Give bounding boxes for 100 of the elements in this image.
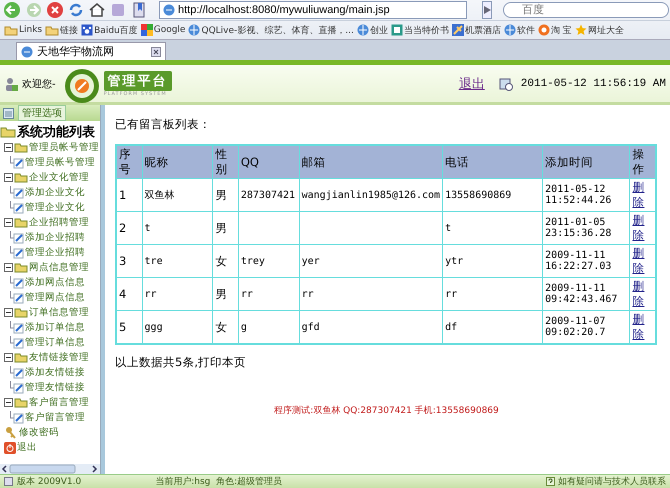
table-cell: ytr: [442, 244, 543, 278]
table-cell: 287307421: [238, 178, 300, 212]
pencil-icon: [10, 366, 24, 379]
tree-item-link[interactable]: 管理员帐号管理: [25, 156, 95, 169]
pencil-icon: [10, 201, 24, 214]
folder-icon: [0, 126, 16, 138]
table-cell: ggg: [142, 310, 213, 344]
folder-icon: [4, 24, 18, 36]
pencil-icon: [10, 321, 24, 334]
bookmark-link[interactable]: Baidu百度: [81, 24, 138, 36]
column-header: 添加时间: [542, 145, 630, 178]
welcome-text: 欢迎您-: [22, 78, 56, 90]
users-icon: [4, 76, 18, 92]
key-icon: [4, 426, 18, 439]
bookmark-link[interactable]: 网址大全: [574, 24, 624, 36]
tree-folder-label[interactable]: 企业文化管理: [29, 171, 89, 184]
pencil-icon: [10, 381, 24, 394]
collapse-icon[interactable]: [4, 218, 13, 227]
go-button[interactable]: [482, 1, 492, 19]
collapse-icon[interactable]: [4, 263, 13, 272]
tree-folder-label[interactable]: 订单信息管理: [29, 306, 89, 319]
coin-icon: [538, 24, 550, 36]
tree-item-link[interactable]: 管理订单信息: [25, 336, 85, 349]
table-cell: rr: [142, 278, 213, 310]
bookmark-link[interactable]: 当当特价书: [390, 24, 449, 36]
browser-tab[interactable]: 天地华宇物流网: [16, 42, 166, 60]
plane-icon: [452, 24, 464, 36]
bookmark-link[interactable]: 淘 宝: [538, 24, 572, 36]
tree-folder-label[interactable]: 友情链接管理: [29, 351, 89, 364]
tree-item-link[interactable]: 管理企业招聘: [25, 246, 85, 259]
list-icon: [3, 108, 14, 118]
tree-item-link[interactable]: 添加网点信息: [25, 276, 85, 289]
table-cell: rr: [442, 278, 543, 310]
close-icon[interactable]: [151, 46, 161, 56]
table-cell: 2009-11-07 09:02:20.7: [542, 310, 630, 344]
table-cell: 2011-05-12 11:52:44.26: [542, 178, 630, 212]
table-cell: 2: [116, 212, 142, 244]
star-icon: [574, 24, 587, 36]
tree-folder-label[interactable]: 网点信息管理: [29, 261, 89, 274]
tree-root-label[interactable]: 系统功能列表: [17, 122, 95, 140]
platform-title: 管理平台: [104, 70, 172, 90]
table-cell: wangjianlin1985@126.com: [299, 178, 443, 212]
home-icon[interactable]: [88, 1, 106, 19]
tree-item-link[interactable]: 退出: [17, 441, 37, 454]
bookmark-link[interactable]: 软件: [504, 24, 535, 36]
table-cell: trey: [238, 244, 300, 278]
globe-icon: [504, 24, 516, 36]
bookmark-link[interactable]: 创业: [356, 24, 388, 36]
search-field[interactable]: 百度: [503, 2, 669, 18]
table-cell: df: [442, 310, 543, 344]
logout-link[interactable]: 退出: [458, 74, 485, 92]
collapse-icon[interactable]: [4, 143, 13, 152]
collapse-icon[interactable]: [4, 308, 13, 317]
tree-item-link[interactable]: 管理友情链接: [25, 381, 85, 394]
bookmark-link[interactable]: QQLive-影视、综艺、体育、直播，...: [188, 24, 354, 36]
collapse-icon[interactable]: [4, 353, 13, 362]
collapse-icon[interactable]: [4, 173, 13, 182]
globe-icon: [356, 24, 369, 36]
address-field[interactable]: http://localhost:8080/mywuliuwang/main.jsp: [159, 1, 467, 19]
pencil-icon: [10, 246, 24, 259]
folder-icon: [14, 142, 28, 153]
tree-item-link[interactable]: 添加企业招聘: [25, 231, 85, 244]
exit-icon: [4, 442, 16, 454]
table-cell: 13558690869: [442, 178, 543, 212]
tree-item-link[interactable]: 管理企业文化: [25, 201, 85, 214]
stop-icon[interactable]: [46, 1, 64, 19]
folder-icon: [14, 262, 28, 273]
tree-item-link[interactable]: 客户留言管理: [25, 411, 85, 424]
refresh-icon[interactable]: [67, 1, 85, 19]
table-cell: 4: [116, 278, 142, 310]
folder-icon: [14, 307, 28, 318]
tree-item-link[interactable]: 添加企业文化: [25, 186, 85, 199]
scrollbar-drawing[interactable]: [0, 464, 100, 474]
bookmark-link[interactable]: Links: [4, 24, 42, 36]
back-icon[interactable]: [2, 1, 22, 19]
credit-text: 程序测试:双鱼林 QQ:287307421 手机:13558690869: [273, 404, 500, 417]
table-cell: rr: [299, 278, 443, 310]
help-text: 如有疑问请与技术人员联系: [558, 476, 666, 488]
tree-folder-label[interactable]: 管理员帐号管理: [29, 141, 99, 154]
collapse-icon[interactable]: [4, 398, 13, 407]
tree-item-link[interactable]: 修改密码: [19, 426, 59, 439]
globe-icon: [188, 24, 200, 36]
tree-item-link[interactable]: 管理网点信息: [25, 291, 85, 304]
tree-item-link[interactable]: 添加友情链接: [25, 366, 85, 379]
table-cell: 1: [116, 178, 142, 212]
column-header: 邮箱: [299, 145, 443, 178]
tree-folder-label[interactable]: 客户留言管理: [29, 396, 89, 409]
bookmark-link[interactable]: 机票酒店: [452, 24, 501, 36]
tree-item-link[interactable]: 添加订单信息: [25, 321, 85, 334]
table-cell: 3: [116, 244, 142, 278]
bookmark-link[interactable]: 链接: [45, 24, 78, 36]
tree-folder-label[interactable]: 企业招聘管理: [29, 216, 89, 229]
bookmark-link[interactable]: Google: [140, 24, 186, 36]
summary-text: 以上数据共5条,打印本页: [115, 355, 247, 370]
table-cell: 双鱼林: [142, 178, 213, 212]
folder-icon: [14, 217, 28, 228]
help-icon: [546, 477, 555, 486]
folder-icon: [14, 352, 28, 363]
pencil-icon: [10, 186, 24, 199]
column-header: 电话: [442, 145, 543, 178]
